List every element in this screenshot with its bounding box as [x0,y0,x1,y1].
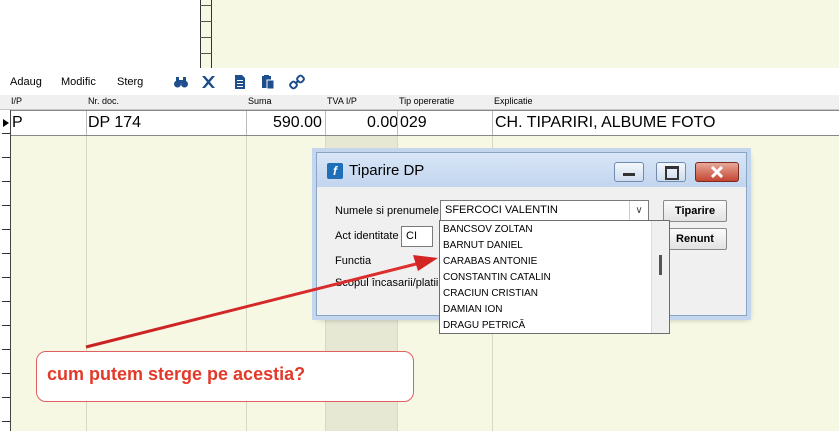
list-item[interactable]: CONSTANTIN CATALIN [443,272,551,283]
maximize-icon [665,166,679,180]
dropdown-scrollbar[interactable] [651,221,669,333]
app-icon: f [327,163,343,179]
list-item[interactable]: CRACIUN CRISTIAN [443,288,538,299]
binoculars-icon[interactable] [173,74,189,90]
column-header-nr-doc[interactable]: Nr. doc. [88,96,119,106]
list-item[interactable]: CARABAS ANTONIE [443,256,537,267]
dialog-title: Tiparire DP [349,162,425,179]
cell-tip-operatie: 029 [400,114,427,131]
cell-ip: P [12,114,23,131]
cell-nr-doc: DP 174 [88,114,142,131]
name-dropdown-list[interactable]: BANCSOV ZOLTAN BARNUT DANIEL CARABAS ANT… [439,220,670,334]
add-button[interactable]: Adaug [10,76,42,88]
paste-icon[interactable] [260,74,276,90]
row-pointer-icon [3,119,9,127]
annotation-text: cum putem sterge pe acestia? [47,364,306,384]
column-header-tip-operatie[interactable]: Tip opereratie [399,96,454,106]
name-combobox-value: SFERCOCI VALENTIN [445,204,558,216]
close-button[interactable] [695,162,739,182]
act-label: Act identitate [335,230,399,242]
toolbar: Adaug Modific Sterg [0,72,839,94]
list-item[interactable]: BANCSOV ZOLTAN [443,224,533,235]
chevron-down-icon[interactable]: ∨ [629,201,648,221]
act-identitate-value: CI [406,230,417,242]
annotation-callout: cum putem sterge pe acestia? [36,351,414,402]
delete-button[interactable]: Sterg [117,76,143,88]
column-header-explicatie[interactable]: Explicatie [494,96,533,106]
scrollbar-thumb[interactable] [659,255,662,275]
cell-tva: 0.00 [367,114,399,131]
name-combobox[interactable]: SFERCOCI VALENTIN ∨ [440,200,649,222]
print-button[interactable]: Tiparire [663,200,727,222]
list-item[interactable]: BARNUT DANIEL [443,240,523,251]
table-row[interactable]: P DP 174 590.00 0.00 029 CH. TIPARIRI, A… [10,110,839,136]
cell-explicatie: CH. TIPARIRI, ALBUME FOTO [495,114,716,131]
dialog-titlebar[interactable]: f Tiparire DP [317,153,746,187]
scop-label: Scopul încasarii/platii [335,277,439,289]
functia-label: Functia [335,255,372,267]
cancel-button[interactable]: Renunt [663,228,727,250]
link-icon[interactable] [289,74,305,90]
act-identitate-input[interactable]: CI [401,226,433,247]
excel-icon[interactable] [200,74,216,90]
row-selector-gutter [0,110,11,431]
list-item[interactable]: DAMIAN ION [443,304,502,315]
grid-header: I/P Nr. doc. Suma TVA I/P Tip opereratie… [0,95,839,110]
edit-button[interactable]: Modific [61,76,96,88]
maximize-button[interactable] [656,162,686,182]
list-item[interactable]: DRAGU PETRICĂ [443,320,525,331]
name-label: Numele si prenumele [335,205,439,217]
cell-suma: 590.00 [273,114,322,131]
document-icon[interactable] [232,74,248,90]
column-header-suma[interactable]: Suma [248,96,272,106]
column-header-tva[interactable]: TVA I/P [327,96,357,106]
column-header-ip[interactable]: I/P [11,96,22,106]
top-grid [0,0,839,68]
close-icon [710,166,724,178]
minimize-icon [623,173,635,176]
minimize-button[interactable] [614,162,644,182]
